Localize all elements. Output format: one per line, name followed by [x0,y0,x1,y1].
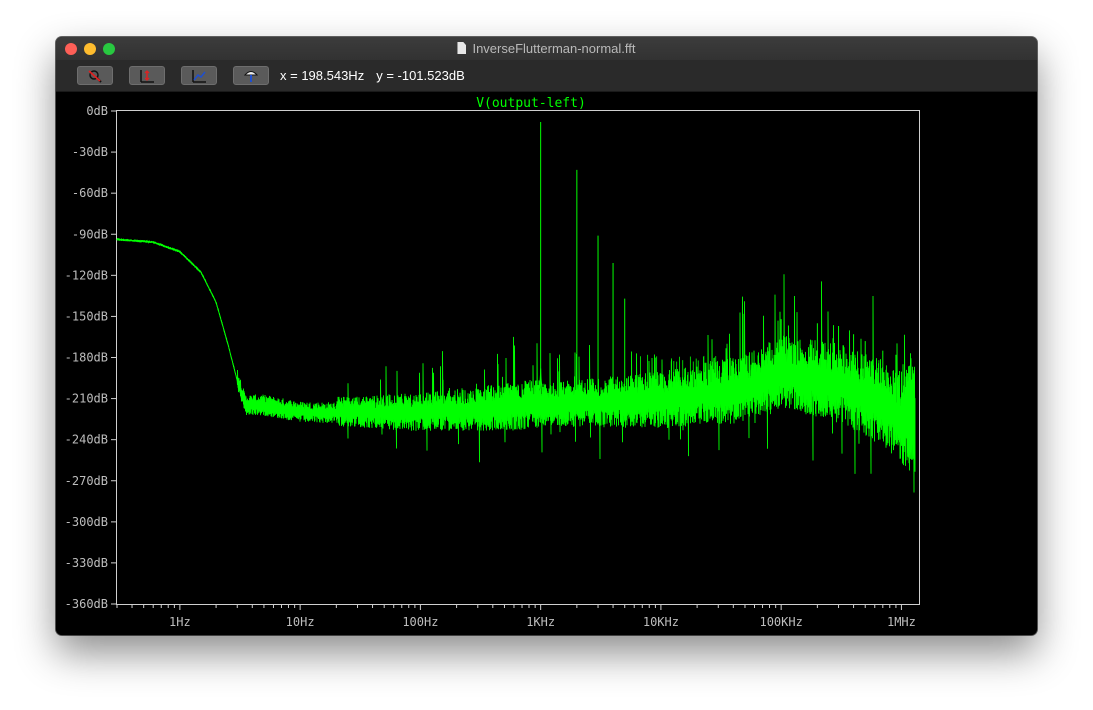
y-tick-label: -330dB [65,556,108,570]
autorange-button[interactable] [129,66,165,85]
plot-area[interactable]: V(output-left) 0dB -30dB -60dB -90dB -120dB -… [56,92,1037,635]
grid-button[interactable] [181,66,217,85]
zoom-cancel-button[interactable] [77,66,113,85]
grid-icon [192,70,206,83]
cursor-readout: x = 198.543Hz y = -101.523dB [280,68,477,83]
y-tick-label: -270dB [65,474,108,488]
y-tick-label: -180dB [65,351,108,365]
fft-trace [116,238,916,493]
y-tick-label: -210dB [65,392,108,406]
trace-layer [116,121,916,493]
window-title-text: InverseFlutterman-normal.fft [472,41,636,56]
plot-frame [116,110,920,605]
y-tick-label: -300dB [65,515,108,529]
y-tick-label: -60dB [72,186,108,200]
y-axis: 0dB -30dB -60dB -90dB -120dB -150dB -180dB -210… [65,104,117,611]
x-tick-label: 1KHz [526,615,555,629]
x-tick-label: 1MHz [887,615,916,629]
y-tick-label: -120dB [65,268,108,282]
document-icon [457,42,467,54]
title-bar: InverseFlutterman-normal.fft [56,37,1037,60]
probe-button[interactable] [233,66,269,85]
cursor-x-readout: x = 198.543Hz [280,68,365,83]
x-axis: 1Hz 10Hz 100Hz 1KHz 10KHz 100KHz 1MHz [116,604,916,629]
y-tick-label: -150dB [65,309,108,323]
x-tick-label: 100KHz [759,615,802,629]
x-tick-label: 10KHz [643,615,679,629]
y-tick-label: 0dB [86,104,108,118]
y-tick-label: -30dB [72,145,108,159]
chart-title: V(output-left) [476,96,586,111]
x-tick-label: 10Hz [286,615,315,629]
plot-window: InverseFlutterman-normal.fft x = 198.543… [56,37,1037,635]
y-tick-label: -360dB [65,597,108,611]
probe-icon [243,71,259,82]
x-tick-label: 100Hz [402,615,438,629]
fft-chart[interactable]: V(output-left) 0dB -30dB -60dB -90dB -120dB -… [56,92,1037,635]
x-tick-label: 1Hz [169,615,191,629]
autorange-icon [140,70,154,83]
window-title: InverseFlutterman-normal.fft [56,41,1037,56]
zoom-cancel-icon [88,70,102,83]
y-tick-label: -90dB [72,227,108,241]
cursor-y-readout: y = -101.523dB [376,68,465,83]
toolbar: x = 198.543Hz y = -101.523dB [56,60,1037,92]
y-tick-label: -240dB [65,433,108,447]
